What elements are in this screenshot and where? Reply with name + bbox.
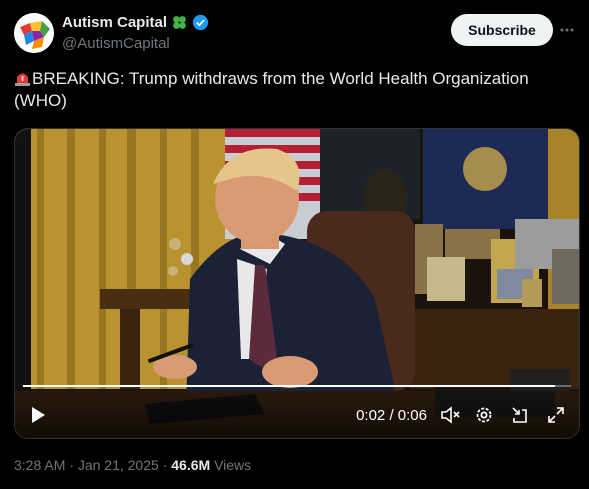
time-separator: / (389, 407, 394, 424)
tweet-meta: 3:28 AM · Jan 21, 2025 · 46.6M Views (14, 457, 251, 473)
views-count: 46.6M (171, 457, 211, 473)
verified-icon (192, 14, 209, 31)
tweet-text: BREAKING: Trump withdraws from the World… (14, 68, 574, 112)
author-name[interactable]: Autism Capital (62, 14, 167, 31)
minimize-icon[interactable] (509, 404, 531, 426)
clover-icon (171, 14, 188, 31)
progress-bar[interactable] (23, 385, 571, 387)
tweet-time[interactable]: 3:28 AM (14, 457, 65, 473)
more-icon[interactable] (559, 22, 575, 38)
mute-icon[interactable] (439, 404, 461, 426)
avatar[interactable] (14, 13, 54, 53)
author-handle[interactable]: @AutismCapital (62, 35, 170, 52)
siren-icon (14, 69, 31, 87)
play-icon[interactable] (27, 404, 49, 426)
tweet-header: Autism Capital @AutismCapital Subscribe (14, 12, 575, 56)
meta-separator: · (69, 457, 74, 473)
tweet-body: BREAKING: Trump withdraws from the World… (14, 69, 529, 110)
video-time: 0:02 / 0:06 (356, 407, 427, 424)
settings-icon[interactable] (473, 404, 495, 426)
video-controls: 0:02 / 0:06 (15, 388, 579, 438)
video-player[interactable]: 0:02 / 0:06 (14, 128, 580, 439)
progress-fill (23, 385, 555, 387)
views-label: Views (214, 457, 252, 473)
fullscreen-icon[interactable] (545, 404, 567, 426)
subscribe-button[interactable]: Subscribe (451, 14, 553, 46)
tweet-date[interactable]: Jan 21, 2025 (78, 457, 159, 473)
duration: 0:06 (397, 407, 427, 424)
meta-separator: · (162, 457, 168, 473)
current-time: 0:02 (356, 407, 386, 424)
